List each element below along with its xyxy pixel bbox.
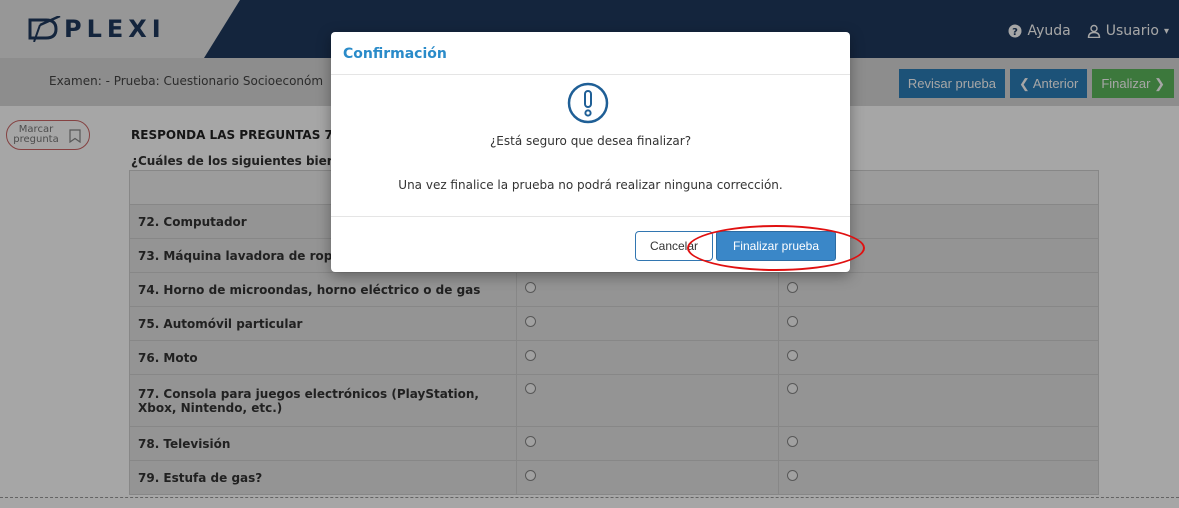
dialog-message: Una vez finalice la prueba no podrá real… <box>398 178 783 192</box>
dialog-title: Confirmación <box>343 46 447 62</box>
dialog-footer-divider <box>331 216 850 217</box>
dialog-header-divider <box>331 74 850 75</box>
exclamation-icon <box>567 82 609 124</box>
highlight-annotation <box>687 225 865 271</box>
dialog-question: ¿Está seguro que desea finalizar? <box>489 134 692 148</box>
